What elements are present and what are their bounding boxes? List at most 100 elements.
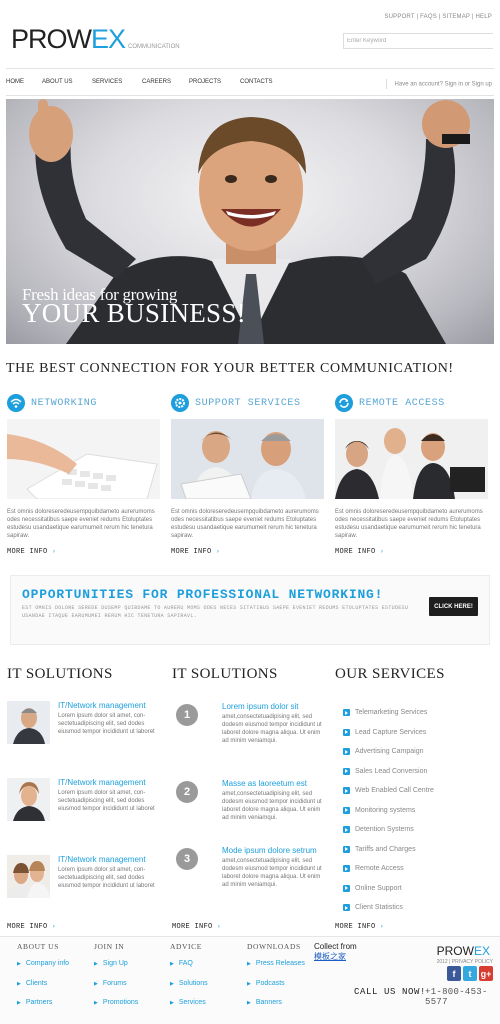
numbered-solution-item: 3 Mode ipsum dolore setrum amet,consecte… — [172, 846, 327, 908]
collect-link[interactable]: 模板之家 — [314, 952, 357, 962]
support-team-photo — [171, 419, 324, 499]
service-text: Est omnis doloreseredeusempquibdameto au… — [335, 509, 483, 539]
service-list-label: Web Enabled Call Centre — [355, 787, 434, 795]
nav-item-contacts[interactable]: CONTACTS — [240, 79, 290, 85]
service-list-item[interactable]: Telemarketing Services — [343, 703, 434, 723]
it-solution-item: IT/Network management Lorem ipsum dolor … — [7, 701, 157, 761]
gear-icon — [171, 394, 189, 412]
service-list-item[interactable]: Detention Systems — [343, 820, 434, 840]
service-list-label: Online Support — [355, 884, 402, 892]
logo[interactable]: PROWEX COMMUNICATION — [11, 24, 180, 55]
triangle-right-icon: ▶ — [17, 980, 21, 987]
footer: ABOUT US ▶ Company info ▶ Clients ▶ Partner… — [0, 936, 500, 1024]
more-info-link[interactable]: MORE INFO › — [171, 548, 326, 556]
service-list-item[interactable]: Online Support — [343, 879, 434, 899]
footer-link-label: Clients — [25, 979, 48, 987]
more-info-link[interactable]: MORE INFO › — [7, 923, 56, 931]
footer-link[interactable]: ▶ Banners — [247, 999, 305, 1019]
footer-link-label: Banners — [255, 999, 282, 1006]
footer-link[interactable]: ▶ FAQ — [170, 960, 208, 980]
more-info-link[interactable]: MORE INFO › — [335, 548, 490, 556]
bullet-arrow-icon — [343, 787, 350, 795]
nav-item-home[interactable]: HOME — [6, 79, 42, 85]
service-list-item[interactable]: Web Enabled Call Centre — [343, 781, 434, 801]
service-list-label: Detention Systems — [355, 826, 414, 834]
footer-link[interactable]: ▶ Partners — [17, 999, 69, 1019]
opportunities-text: EST OMNIS DOLORE SEREDE DUSEMP QUIBDAME … — [22, 605, 409, 619]
service-list-item[interactable]: Client Statistics — [343, 898, 434, 918]
triangle-right-icon: ▶ — [170, 1000, 174, 1006]
service-title: REMOTE ACCESS — [359, 397, 445, 409]
service-list-label: Remote Access — [355, 865, 404, 873]
footer-column-downloads: DOWNLOADS ▶ Press Releases ▶ Podcasts ▶ Ban… — [247, 942, 305, 1019]
footer-link-label: Press Releases — [255, 960, 305, 967]
numbered-solution-title[interactable]: Masse as laoreetum est — [222, 779, 307, 788]
more-info-link[interactable]: MORE INFO › — [172, 923, 221, 931]
arrow-right-icon: › — [217, 923, 221, 930]
main-nav: HOME ABOUT US SERVICES CAREERS PROJECTS … — [6, 79, 290, 85]
numbered-solution-title[interactable]: Mode ipsum dolore setrum — [222, 846, 317, 855]
service-networking: NETWORKING Est omnis doloreseredeusempqu… — [7, 393, 162, 556]
footer-link[interactable]: ▶ Clients — [17, 980, 69, 1000]
service-list-item[interactable]: Tariffs and Charges — [343, 840, 434, 860]
bullet-arrow-icon — [343, 845, 350, 853]
opportunities-box: OPPORTUNITIES FOR PROFESSIONAL NETWORKIN… — [10, 575, 490, 645]
numbered-solution-title[interactable]: Lorem ipsum dolor sit — [222, 702, 298, 711]
hero-banner[interactable]: Fresh ideas for growing YOUR BUSINESS! — [6, 99, 494, 344]
service-list-label: Advertising Campaign — [355, 748, 424, 756]
more-info-link[interactable]: MORE INFO › — [335, 923, 384, 931]
nav-item-careers[interactable]: CAREERS — [142, 79, 189, 85]
service-list-item[interactable]: Advertising Campaign — [343, 742, 434, 762]
triangle-right-icon: ▶ — [17, 961, 21, 967]
nav-item-services[interactable]: SERVICES — [92, 79, 142, 85]
footer-link[interactable]: ▶ Podcasts — [247, 980, 305, 1000]
footer-logo-accent: EX — [473, 944, 490, 958]
it-solutions-numbered-title: IT SOLUTIONS — [172, 666, 278, 682]
service-list-item[interactable]: Lead Capture Services — [343, 723, 434, 743]
copyright[interactable]: 2012 | PRIVACY POLICY — [437, 959, 493, 965]
footer-column-about: ABOUT US ▶ Company info ▶ Clients ▶ Partner… — [17, 942, 69, 1019]
service-list-item[interactable]: Sales Lead Conversion — [343, 762, 434, 782]
google-plus-icon[interactable]: g+ — [479, 966, 493, 981]
more-info-label: MORE INFO — [335, 923, 376, 931]
footer-link[interactable]: ▶ Sign Up — [94, 960, 138, 980]
account-prompt: Have an account? — [394, 81, 443, 88]
search-input[interactable] — [347, 38, 493, 44]
footer-link[interactable]: ▶ Promotions — [94, 999, 138, 1019]
footer-link[interactable]: ▶ Forums — [94, 980, 138, 1000]
service-list-label: Sales Lead Conversion — [355, 767, 428, 775]
bullet-arrow-icon — [343, 748, 350, 756]
facebook-icon[interactable]: f — [447, 966, 461, 981]
footer-logo[interactable]: PROWEX — [437, 944, 490, 958]
search-box[interactable] — [343, 33, 493, 49]
footer-link[interactable]: ▶ Solutions — [170, 980, 208, 1000]
nav-item-about-us[interactable]: ABOUT US — [42, 79, 92, 85]
account-or: or — [464, 81, 470, 88]
service-title: SUPPORT SERVICES — [195, 397, 301, 409]
twitter-icon[interactable]: t — [463, 966, 477, 981]
account-divider — [385, 79, 387, 89]
footer-link[interactable]: ▶ Press Releases — [247, 960, 305, 980]
nav-item-projects[interactable]: PROJECTS — [189, 79, 240, 85]
collect-text: Collect from — [314, 942, 357, 951]
it-solution-title[interactable]: IT/Network management — [58, 701, 146, 710]
our-services-title: OUR SERVICES — [335, 666, 445, 682]
service-list-item[interactable]: Monitoring systems — [343, 801, 434, 821]
footer-link[interactable]: ▶ Company info — [17, 960, 69, 980]
it-solution-title[interactable]: IT/Network management — [58, 778, 146, 787]
service-list-item[interactable]: Remote Access — [343, 859, 434, 879]
sign-in-link[interactable]: Sign in — [445, 82, 463, 88]
click-here-button[interactable]: CLICK HERE! — [429, 597, 478, 616]
nav-bottom-divider — [6, 95, 494, 96]
triangle-right-icon: ▶ — [17, 1000, 21, 1006]
our-services-list: Telemarketing Services Lead Capture Serv… — [343, 703, 434, 918]
top-links[interactable]: SUPPORT | FAQS | SITEMAP | HELP — [384, 14, 492, 20]
it-solution-title[interactable]: IT/Network management — [58, 855, 146, 864]
more-info-label: MORE INFO — [7, 548, 48, 556]
footer-link[interactable]: ▶ Services — [170, 999, 208, 1019]
footer-link-label: FAQ — [178, 960, 193, 967]
sign-up-link[interactable]: Sign up — [472, 82, 492, 88]
hero-title: YOUR BUSINESS! — [22, 298, 246, 328]
more-info-link[interactable]: MORE INFO › — [7, 548, 162, 556]
step-number: 3 — [176, 848, 198, 870]
